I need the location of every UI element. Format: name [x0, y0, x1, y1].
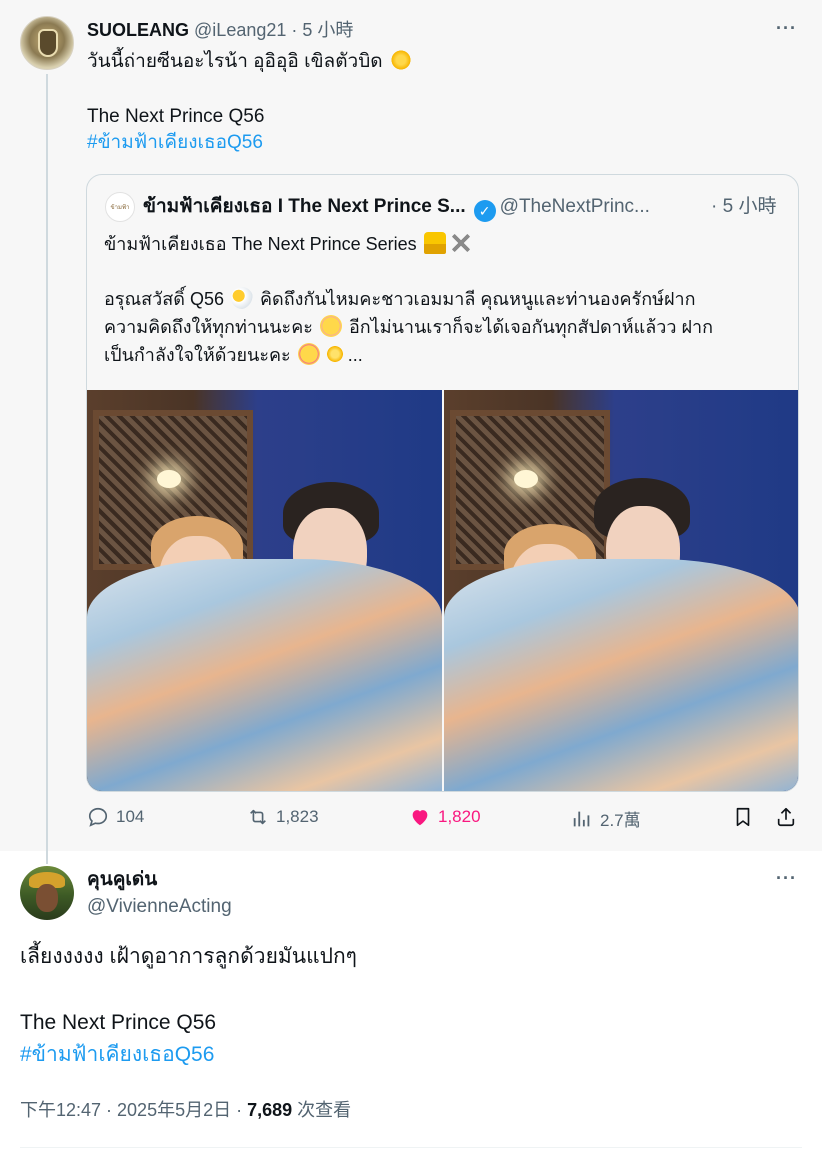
- repost-icon: [250, 809, 266, 825]
- photo-2[interactable]: [444, 390, 798, 791]
- crown-icon: [423, 232, 446, 254]
- display-name[interactable]: คุนคูเด่น: [87, 868, 157, 892]
- verified-icon: ✓: [473, 200, 496, 222]
- views-button[interactable]: 2.7萬: [571, 806, 641, 831]
- quoted-text-line: ความคิดถึงให้ทุกท่านนะคะ อีกไม่นานเราก็จ…: [104, 313, 713, 341]
- divider: [20, 1147, 802, 1148]
- heart-icon: [412, 810, 428, 826]
- repost-button[interactable]: 1,823: [247, 806, 319, 828]
- quoted-avatar[interactable]: ข้ามฟ้า เคียงเธอ: [105, 192, 135, 222]
- quoted-text-line: เป็นกำลังใจให้ด้วยนะคะ ...: [104, 341, 363, 369]
- views-icon: [573, 811, 590, 826]
- quoted-text-line: ข้ามฟ้าเคียงเธอ The Next Prince Series: [104, 230, 474, 258]
- quoted-text: ข้ามฟ้าเคียงเธอ The Next Prince Series: [104, 234, 417, 254]
- smiling-face-icon: [319, 315, 342, 337]
- share-button[interactable]: [775, 806, 804, 828]
- avatar[interactable]: [20, 16, 74, 70]
- repost-count: 1,823: [276, 807, 319, 826]
- more-icon[interactable]: ···: [776, 18, 797, 39]
- thread-line: [46, 74, 48, 864]
- avatar-crest: [38, 29, 58, 57]
- display-name[interactable]: SUOLEANG: [87, 20, 189, 40]
- quoted-display-name[interactable]: ข้ามฟ้าเคียงเธอ I The Next Prince S...: [143, 196, 466, 217]
- photo-lamp: [514, 470, 538, 488]
- post-text-line: วันนี้ถ่ายซีนอะไรน้า อุอิอุอิ เขิลตัวบิด: [87, 49, 414, 75]
- smiling-hearts-icon: [297, 343, 320, 365]
- sparkles-icon: [389, 49, 412, 71]
- like-count: 1,820: [438, 807, 481, 826]
- quoted-text: อีกไม่นานเราก็จะได้เจอกันทุกสัปดาห์แล้วว…: [348, 317, 714, 337]
- user-handle[interactable]: @VivienneActing: [87, 895, 232, 919]
- reply-count: 104: [116, 807, 145, 826]
- quoted-text: ...: [347, 345, 363, 365]
- hashtag-link[interactable]: #ข้ามฟ้าเคียงเธอQ56: [20, 1040, 214, 1070]
- photo-1[interactable]: [87, 390, 442, 791]
- photo-blanket: [444, 558, 798, 791]
- share-icon: [777, 807, 795, 827]
- post-meta: 下午12:47 · 2025年5月2日 · 7,689 次查看: [20, 1097, 351, 1123]
- avatar[interactable]: [20, 866, 74, 920]
- view-count: 2.7萬: [600, 811, 641, 830]
- photo-lamp: [157, 470, 181, 488]
- post-text: The Next Prince Q56: [20, 1011, 217, 1034]
- hashtag-link[interactable]: #ข้ามฟ้าเคียงเธอQ56: [87, 130, 263, 156]
- view-label: 次查看: [292, 1100, 352, 1120]
- quoted-text: ความคิดถึงให้ทุกท่านนะคะ: [104, 317, 313, 337]
- post-time[interactable]: 5 小時: [302, 20, 353, 40]
- sun-cloud-icon: [231, 287, 253, 309]
- quoted-header: ข้ามฟ้าเคียงเธอ I The Next Prince S... ✓ @…: [143, 195, 650, 222]
- photo-blanket: [87, 558, 442, 791]
- quoted-text-line: อรุณสวัสดิ์ Q56 คิดถึงกันไหมคะชาวเอมมาลี…: [104, 285, 696, 313]
- view-count-total: 7,689: [247, 1100, 293, 1120]
- crossed-swords-icon: [449, 232, 472, 254]
- quoted-time: · 5 小時: [711, 195, 776, 219]
- quoted-text: อรุณสวัสดิ์ Q56: [104, 289, 224, 309]
- like-button[interactable]: 1,820: [409, 806, 481, 828]
- post-text: วันนี้ถ่ายซีนอะไรน้า อุอิอุอิ เขิลตัวบิด: [87, 51, 383, 72]
- more-icon[interactable]: ···: [776, 868, 797, 889]
- quoted-text: คิดถึงกันไหมคะชาวเอมมาลี คุณหนูและท่านอง…: [260, 289, 696, 309]
- action-bar: 104 1,823 1,820 2.7萬: [0, 806, 822, 836]
- quoted-handle[interactable]: @TheNextPrinc...: [500, 196, 650, 217]
- post-timestamp[interactable]: 下午12:47 · 2025年5月2日 ·: [20, 1100, 247, 1120]
- quoted-post-card[interactable]: ข้ามฟ้า เคียงเธอ ข้ามฟ้าเคียงเธอ I The N…: [86, 174, 799, 792]
- avatar-face: [36, 884, 58, 912]
- user-handle[interactable]: @iLeang21: [194, 20, 286, 40]
- separator: ·: [286, 20, 303, 40]
- post-text-line: The Next Prince Q56: [87, 106, 265, 127]
- sparkles-icon: [323, 343, 346, 365]
- post-text: เลี้ยงงงงง เฝ้าดูอาการลูกด้วยมันแปกๆ: [20, 945, 357, 968]
- bookmark-icon: [736, 807, 750, 827]
- bookmark-button[interactable]: [732, 806, 761, 828]
- quoted-time-text: · 5 小時: [711, 196, 777, 217]
- quoted-text: เป็นกำลังใจให้ด้วยนะคะ: [104, 345, 291, 365]
- quoted-reply-post[interactable]: SUOLEANG @iLeang21 · 5 小時 ··· วันนี้ถ่าย…: [0, 0, 822, 864]
- reply-icon: [88, 807, 108, 827]
- post-header: SUOLEANG @iLeang21 · 5 小時: [87, 18, 353, 42]
- reply-button[interactable]: 104: [87, 806, 144, 828]
